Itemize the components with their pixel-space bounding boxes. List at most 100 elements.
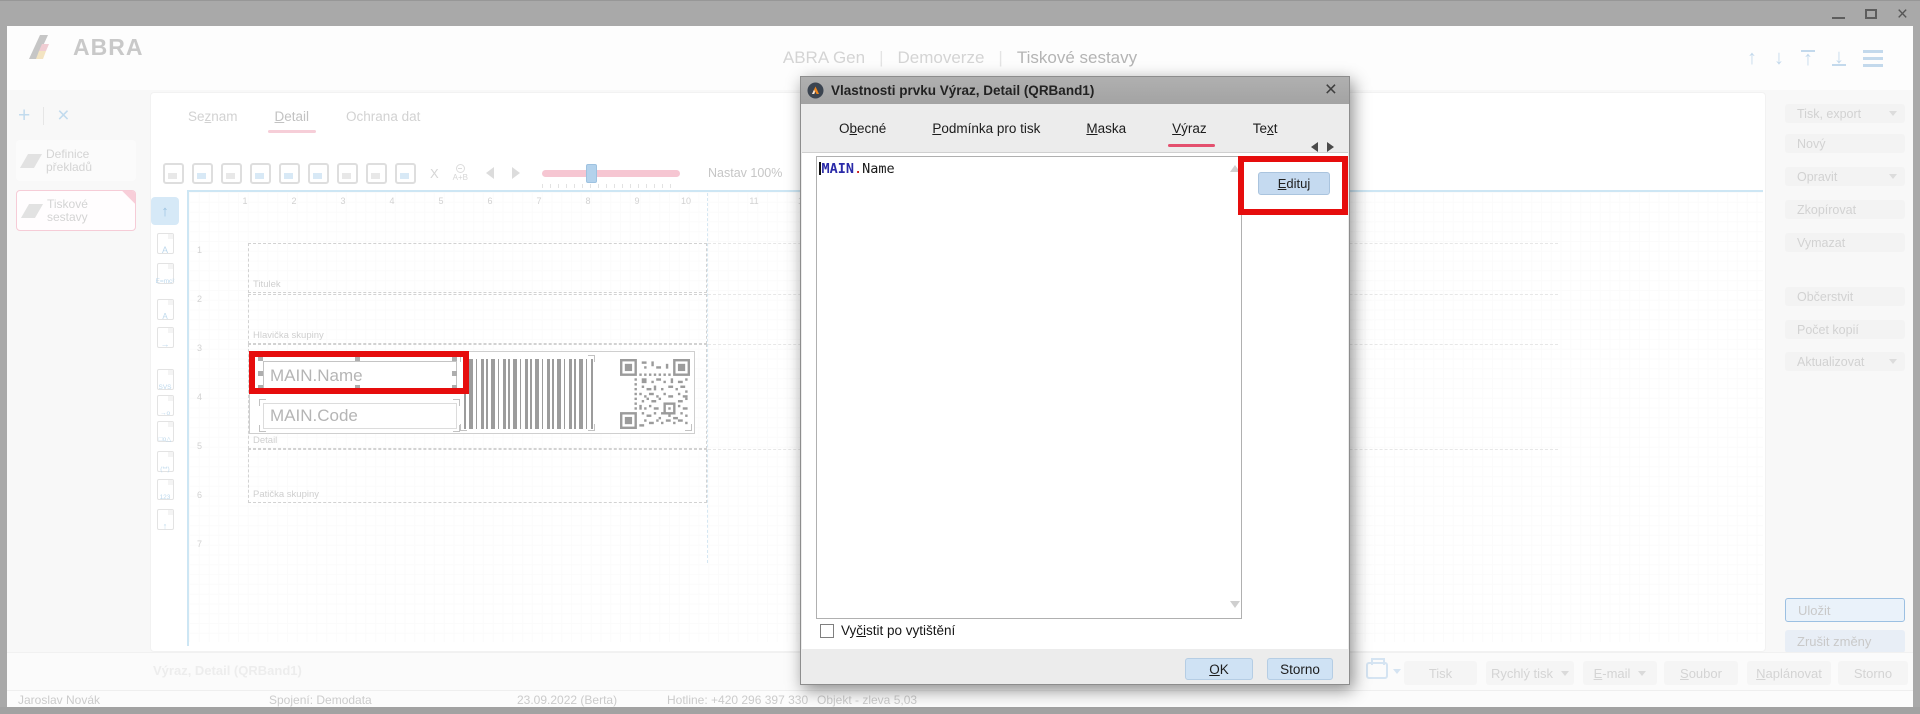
storno-button[interactable]: Storno [1838, 661, 1908, 685]
next-page-icon[interactable] [512, 167, 520, 179]
dialog-close-icon[interactable]: × [1325, 78, 1337, 102]
import-page-icon[interactable] [250, 163, 271, 184]
delete-element-button[interactable]: X [430, 166, 439, 181]
close-tab-button[interactable]: × [57, 104, 69, 128]
text-tool[interactable]: A [151, 233, 179, 254]
shape-tool[interactable]: □o△ [151, 421, 179, 442]
export-page-icon[interactable] [192, 163, 213, 184]
obcerstvit-button[interactable]: Občerstvit [1785, 287, 1905, 306]
pocet-kopii-button[interactable]: Počet kopií [1785, 320, 1905, 339]
tab-seznam[interactable]: Seznam [186, 101, 240, 136]
scroll-up-icon[interactable]: ↑ [1747, 47, 1757, 70]
barcode-element[interactable] [464, 359, 593, 429]
band-paticka-skupiny[interactable]: Patička skupiny [248, 449, 707, 503]
soubor-button[interactable]: Soubor [1664, 661, 1738, 685]
db-text-tool[interactable]: A [151, 299, 179, 320]
field-main-code[interactable]: MAIN.Code [263, 403, 457, 429]
tree-structure-icon[interactable] [366, 163, 387, 184]
caret-down-icon [1561, 671, 1569, 676]
opravit-button[interactable]: Opravit [1785, 167, 1905, 186]
window-maximize-icon[interactable] [1865, 9, 1877, 19]
printer-pages-icon[interactable] [221, 163, 242, 184]
resize-element-icon[interactable] [395, 163, 416, 184]
zrusit-zmeny-button[interactable]: Zrušit změny [1785, 630, 1905, 653]
dialog-storno-button[interactable]: Storno [1267, 658, 1333, 680]
dialog-titlebar[interactable]: Vlastnosti prvku Výraz, Detail (QRBand1)… [801, 77, 1349, 104]
dialog-tab-page: MAIN.Name Edituj Vyčistit po vytištění [802, 152, 1348, 649]
dialog-tab-vyraz[interactable]: Výraz [1170, 104, 1209, 152]
status-date: 23.09.2022 (Berta) [517, 693, 617, 707]
environment-name: Demoverze [898, 48, 985, 68]
zoom-slider[interactable] [542, 170, 680, 177]
ruler-mark: 3 [197, 343, 202, 353]
ruler-mark: 9 [634, 196, 639, 206]
corner-mark [588, 355, 595, 362]
formula-tool[interactable]: E=mc² [151, 263, 179, 284]
dialog-tab-text[interactable]: Text [1251, 104, 1280, 152]
qr-code-element[interactable] [619, 359, 691, 429]
ruler-mark: 4 [197, 392, 202, 402]
band-hlavicka-skupiny[interactable]: Hlavička skupiny [248, 294, 707, 344]
printer-icon[interactable] [1366, 662, 1388, 679]
menu-icon[interactable] [1863, 50, 1883, 67]
select-tool[interactable]: ↑ [151, 197, 179, 225]
naplanovat-button[interactable]: Naplánovat [1747, 661, 1831, 685]
zoom-slider-handle[interactable] [586, 164, 597, 183]
zkopirovat-button[interactable]: Zkopírovat [1785, 200, 1905, 219]
novy-button[interactable]: Nový [1785, 134, 1905, 153]
db-link-tool[interactable]: →o [151, 395, 179, 416]
sidebar-divider [43, 107, 44, 125]
ulozit-button[interactable]: Uložit [1785, 598, 1905, 622]
sidebar-item-tiskove-sestavy[interactable]: Tiskové sestavy [16, 190, 136, 231]
copy-pages-icon[interactable] [337, 163, 358, 184]
tisk-export-button[interactable]: Tisk, export [1785, 104, 1905, 123]
window-minimize-icon[interactable] [1832, 17, 1845, 19]
db-image-tool[interactable]: → [151, 327, 179, 348]
band-titulek[interactable]: Titulek [248, 243, 707, 293]
tab-scroll-left-icon[interactable] [1311, 142, 1318, 152]
rychly-tisk-button[interactable]: Rychlý tisk [1486, 661, 1574, 685]
breadcrumb-separator: | [998, 48, 1002, 68]
ruler-mark: 2 [291, 196, 296, 206]
dialog-tab-podminka-pro-tisk[interactable]: Podmínka pro tisk [930, 104, 1042, 152]
scroll-top-icon[interactable]: ↑ [1801, 50, 1815, 66]
ruler-mark: 1 [197, 245, 202, 255]
printer-caret-icon[interactable] [1393, 669, 1401, 674]
tisk-button[interactable]: Tisk [1404, 661, 1477, 685]
prev-page-icon[interactable] [486, 167, 494, 179]
vycistit-checkbox[interactable] [820, 624, 834, 638]
split-page-icon[interactable] [279, 163, 300, 184]
paste-tool[interactable]: ↑ [151, 509, 179, 530]
aktualizovat-button[interactable]: Aktualizovat [1785, 352, 1905, 371]
list-tool[interactable]: 123 [151, 479, 179, 500]
corner-mark [453, 425, 460, 432]
scroll-down-icon[interactable]: ↓ [1774, 47, 1784, 70]
breadcrumb-separator: | [879, 48, 883, 68]
sum-expression-icon[interactable]: A+B [453, 164, 468, 182]
chart-tool[interactable]: (**) [151, 451, 179, 472]
sys-data-tool[interactable]: SVS [151, 369, 179, 390]
scroll-bottom-icon[interactable]: ↓ [1832, 50, 1846, 66]
tab-ochrana-dat[interactable]: Ochrana dat [344, 101, 422, 136]
email-button[interactable]: E-mail [1583, 661, 1657, 685]
annotation-highlight-edituj [1238, 156, 1348, 215]
status-object-info: Objekt - zleva 5,03 [817, 693, 917, 707]
window-close-icon[interactable]: × [1897, 5, 1908, 24]
caret-down-icon [1889, 359, 1897, 364]
scrollbar-down-icon[interactable] [1230, 601, 1240, 608]
add-tab-button[interactable]: + [18, 104, 30, 128]
tab-scroll-right-icon[interactable] [1327, 142, 1334, 152]
sidebar-item-definice-prekladu[interactable]: Definice překladů [16, 140, 136, 181]
print-preview-icon[interactable] [163, 163, 184, 184]
dialog-tab-obecne[interactable]: Obecné [837, 104, 888, 152]
abra-dialog-icon [807, 82, 824, 99]
ruler-mark: 2 [197, 294, 202, 304]
transfer-page-icon[interactable] [308, 163, 329, 184]
dialog-tab-maska[interactable]: Maska [1084, 104, 1128, 152]
tab-detail[interactable]: Detail [273, 101, 312, 136]
window-titlebar[interactable]: × [0, 0, 1920, 26]
expression-editor[interactable]: MAIN.Name [816, 156, 1242, 619]
sidebar-item-label: Tiskové [47, 197, 88, 211]
dialog-ok-button[interactable]: OK [1185, 658, 1253, 680]
vymazat-button[interactable]: Vymazat [1785, 233, 1905, 252]
